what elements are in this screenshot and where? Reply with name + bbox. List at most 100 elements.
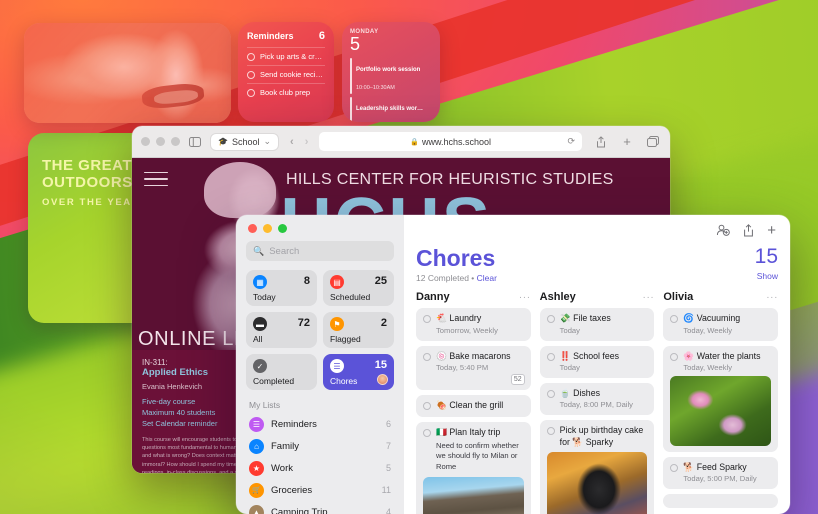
reminders-sidebar: 🔍 Search ▦ 8 Today ▤ 25 Scheduled ▬ 72 A… — [236, 215, 404, 514]
task-item[interactable]: 🐔 Laundry Tomorrow, Weekly — [416, 308, 531, 341]
dog-photo[interactable] — [546, 452, 648, 514]
safari-window-controls[interactable] — [141, 137, 180, 146]
add-person-icon[interactable] — [716, 224, 731, 240]
smart-list-label: Scheduled — [330, 292, 371, 302]
sidebar-item-camping-trip[interactable]: ▲ Camping Trip 4 — [246, 501, 394, 514]
sidebar-icon[interactable] — [187, 135, 203, 149]
task-note: Need to confirm whether we should fly to… — [436, 440, 519, 472]
calendar-event[interactable]: Leadership skills wor… 11AM–12PM — [350, 97, 432, 122]
task-checkbox[interactable] — [670, 352, 679, 361]
task-subtitle: Today — [559, 362, 580, 372]
task-checkbox[interactable] — [670, 463, 679, 472]
column-title: Olivia — [663, 291, 694, 304]
task-item[interactable]: 🌸 Water the plants Today, Weekly — [663, 345, 779, 452]
photo-tint — [24, 23, 231, 123]
flower-photo[interactable] — [670, 375, 772, 446]
column-menu-button[interactable]: ··· — [643, 292, 655, 303]
tabs-icon[interactable] — [645, 135, 661, 149]
completed-status: 12 Completed • Clear — [416, 273, 497, 283]
reminders-widget-item[interactable]: Pick up arts & cr… — [247, 47, 325, 65]
smart-list-completed[interactable]: ✓ Completed — [246, 354, 317, 390]
smart-list-label: All — [253, 334, 263, 344]
task-checkbox[interactable] — [423, 315, 431, 324]
task-item[interactable]: 💸 File taxes Today — [539, 308, 655, 341]
event-time: 10:00–10:30AM — [356, 85, 395, 91]
site-title: HILLS CENTER FOR HEURISTIC STUDIES — [286, 171, 614, 188]
reminders-widget-item-label: Send cookie reci… — [260, 70, 323, 79]
column-menu-button[interactable]: ··· — [519, 292, 531, 303]
circle-icon[interactable] — [247, 52, 255, 61]
reminders-app-window[interactable]: 🔍 Search ▦ 8 Today ▤ 25 Scheduled ▬ 72 A… — [236, 215, 790, 514]
clear-button[interactable]: Clear — [477, 273, 497, 283]
task-item[interactable]: 🌀 Vacuuming Today, Weekly — [663, 308, 779, 341]
smart-list-chores[interactable]: ☰ 15 Chores — [323, 354, 394, 390]
sidebar-item-family[interactable]: ⌂ Family 7 — [246, 435, 394, 457]
task-item[interactable]: 🍖 Clean the grill — [416, 394, 531, 418]
column-olivia: Olivia ··· 🌀 Vacuuming Today, Weekly 🌸 W… — [663, 291, 779, 514]
task-checkbox[interactable] — [546, 315, 555, 324]
avatar — [377, 374, 388, 385]
task-checkbox[interactable] — [423, 352, 431, 361]
url-text: www.hchs.school — [422, 136, 492, 147]
reminders-widget-count: 6 — [318, 30, 325, 42]
column-menu-button[interactable]: ··· — [766, 292, 778, 303]
task-item[interactable]: 🐕 Feed Sparky Today, 5:00 PM, Daily — [663, 456, 779, 490]
task-emoji: 🐔 — [436, 313, 447, 324]
task-checkbox[interactable] — [546, 352, 555, 361]
reminders-widget-item[interactable]: Send cookie reci… — [247, 65, 325, 83]
list-count: 7 — [385, 441, 391, 451]
back-button[interactable]: ‹ — [290, 136, 294, 148]
task-checkbox[interactable] — [546, 427, 555, 436]
reminders-widget-item[interactable]: Book club prep — [247, 83, 325, 101]
hamburger-menu-icon[interactable] — [144, 172, 168, 191]
smart-list-all[interactable]: ▬ 72 All — [246, 312, 317, 348]
photo-widget[interactable] — [24, 23, 231, 123]
forward-button[interactable]: › — [305, 136, 309, 148]
new-tab-button[interactable]: + — [619, 134, 635, 149]
task-checkbox[interactable] — [423, 401, 431, 410]
search-icon: 🔍 — [253, 245, 265, 256]
task-item[interactable]: 🍥 Bake macarons Today, 5:40 PM 52 — [416, 345, 531, 390]
column-ashley: Ashley ··· 💸 File taxes Today ‼️ School … — [539, 291, 655, 514]
reminders-window-controls[interactable] — [246, 215, 394, 241]
task-checkbox[interactable] — [423, 429, 431, 438]
reload-icon[interactable]: ⟳ — [567, 136, 575, 147]
circle-icon[interactable] — [247, 88, 255, 97]
smart-list-count: 8 — [303, 275, 310, 287]
profile-switcher[interactable]: 🎓 School ⌄ — [210, 132, 280, 151]
smart-list-label: Completed — [253, 376, 295, 386]
task-item[interactable]: 🍵 Dishes Today, 8:00 PM, Daily — [539, 382, 655, 416]
task-item[interactable]: Pick up birthday cake for 🐕 Sparky — [539, 420, 655, 514]
address-bar[interactable]: 🔒 www.hchs.school ⟳ — [319, 132, 582, 151]
chevron-down-icon[interactable]: ⌄ — [264, 136, 272, 147]
smart-list-label: Today — [253, 292, 276, 302]
smart-list-flagged[interactable]: ⚑ 2 Flagged — [323, 312, 394, 348]
sidebar-item-work[interactable]: ★ Work 5 — [246, 457, 394, 479]
share-icon[interactable] — [743, 224, 754, 240]
show-completed-button[interactable]: Show — [755, 271, 778, 281]
search-input[interactable]: 🔍 Search — [246, 241, 394, 261]
task-item[interactable] — [663, 494, 779, 509]
calendar-widget[interactable]: MONDAY 5 Portfolio work session 10:00–10… — [342, 22, 440, 122]
task-item[interactable]: 🇮🇹 Plan Italy trip Need to confirm wheth… — [416, 422, 531, 514]
smart-list-today[interactable]: ▦ 8 Today — [246, 270, 317, 306]
circle-icon[interactable] — [247, 70, 255, 79]
smart-list-scheduled[interactable]: ▤ 25 Scheduled — [323, 270, 394, 306]
task-checkbox[interactable] — [670, 315, 679, 324]
sidebar-item-groceries[interactable]: 🛒 Groceries 11 — [246, 479, 394, 501]
checkmark-icon: ✓ — [253, 359, 267, 373]
sidebar-item-reminders[interactable]: ☰ Reminders 6 — [246, 413, 394, 435]
task-item[interactable]: ‼️ School fees Today — [539, 345, 655, 378]
add-reminder-button[interactable]: + — [767, 223, 776, 240]
italy-photo[interactable] — [423, 476, 524, 514]
reminders-widget[interactable]: Reminders 6 Pick up arts & cr… Send cook… — [238, 22, 334, 122]
task-checkbox[interactable] — [546, 389, 555, 398]
calendar-event[interactable]: Portfolio work session 10:00–10:30AM — [350, 58, 432, 94]
share-icon[interactable] — [593, 135, 609, 149]
star-icon: ★ — [249, 460, 264, 476]
task-emoji: 🇮🇹 — [436, 427, 447, 438]
tent-icon: ▲ — [249, 504, 264, 514]
all-icon: ▬ — [253, 317, 267, 331]
smart-list-count: 25 — [374, 275, 387, 287]
desktop: THE GREAT OUTDOORS OVER THE YEARS Remind… — [0, 0, 818, 514]
